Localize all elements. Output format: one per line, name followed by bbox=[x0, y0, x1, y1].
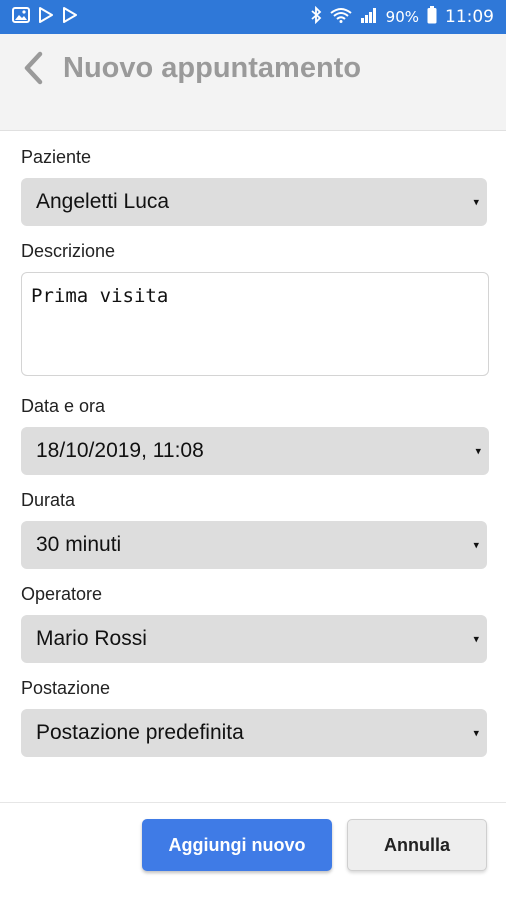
station-label: Postazione bbox=[21, 678, 111, 698]
bluetooth-icon bbox=[310, 5, 322, 28]
signal-icon bbox=[360, 7, 378, 27]
add-new-button[interactable]: Aggiungi nuovo bbox=[142, 819, 332, 871]
patient-value: Angeletti Luca bbox=[36, 190, 170, 213]
back-button[interactable] bbox=[18, 50, 48, 90]
play-store-icon bbox=[62, 7, 78, 27]
chevron-down-icon: ▾ bbox=[473, 633, 479, 646]
status-bar: 90% 11:09 bbox=[0, 0, 506, 34]
chevron-down-icon: ▾ bbox=[473, 727, 479, 740]
wifi-icon bbox=[330, 7, 352, 27]
operator-select[interactable]: Mario Rossi ▾ bbox=[21, 615, 487, 663]
image-icon bbox=[12, 7, 30, 27]
status-right-icons: 90% 11:09 bbox=[310, 5, 494, 28]
action-bar: Aggiungi nuovo Annulla bbox=[0, 802, 506, 901]
status-clock: 11:09 bbox=[445, 7, 494, 27]
operator-label: Operatore bbox=[21, 584, 103, 604]
chevron-down-icon: ▾ bbox=[475, 445, 481, 458]
datetime-select[interactable]: 18/10/2019, 11:08 ▾ bbox=[21, 427, 489, 475]
battery-percentage: 90% bbox=[385, 8, 419, 26]
chevron-down-icon: ▾ bbox=[473, 539, 479, 552]
description-label: Descrizione bbox=[21, 241, 116, 261]
play-store-icon bbox=[38, 7, 54, 27]
patient-select[interactable]: Angeletti Luca ▾ bbox=[21, 178, 487, 226]
app-header: Nuovo appuntamento bbox=[0, 34, 506, 131]
chevron-down-icon: ▾ bbox=[473, 196, 479, 209]
battery-icon bbox=[427, 6, 437, 28]
duration-value: 30 minuti bbox=[36, 533, 122, 556]
chevron-left-icon bbox=[22, 51, 44, 90]
datetime-value: 18/10/2019, 11:08 bbox=[36, 439, 204, 462]
page-title: Nuovo appuntamento bbox=[63, 52, 362, 84]
patient-label: Paziente bbox=[21, 147, 92, 167]
station-select[interactable]: Postazione predefinita ▾ bbox=[21, 709, 487, 757]
station-value: Postazione predefinita bbox=[36, 721, 244, 744]
datetime-label: Data e ora bbox=[21, 396, 106, 416]
description-field[interactable]: Prima visita bbox=[21, 272, 489, 376]
status-left-icons bbox=[12, 7, 78, 27]
operator-value: Mario Rossi bbox=[36, 627, 147, 650]
duration-select[interactable]: 30 minuti ▾ bbox=[21, 521, 487, 569]
duration-label: Durata bbox=[21, 490, 76, 510]
cancel-button[interactable]: Annulla bbox=[347, 819, 487, 871]
